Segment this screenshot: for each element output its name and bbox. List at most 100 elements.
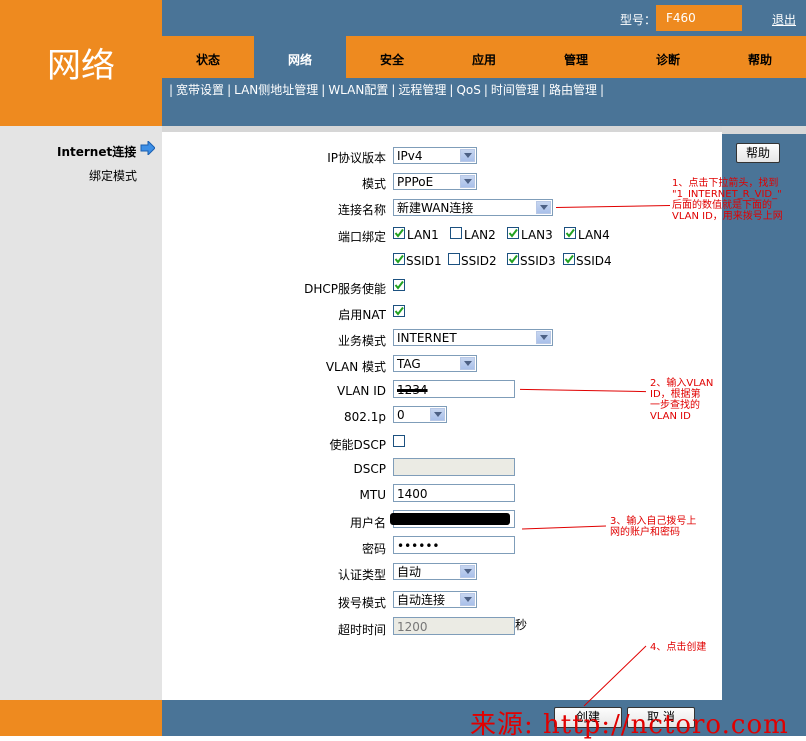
- subnav-remote[interactable]: 远程管理: [398, 83, 446, 97]
- tab-application[interactable]: 应用: [438, 36, 530, 78]
- tab-help[interactable]: 帮助: [714, 36, 806, 78]
- service-mode-label: 业务模式: [337, 334, 386, 348]
- auth-type-select[interactable]: 自动: [393, 563, 477, 580]
- sidebar-item-binding[interactable]: 绑定模式: [89, 167, 137, 184]
- note2-line: VLAN ID: [650, 411, 691, 422]
- password-label: 密码: [361, 542, 386, 556]
- ssid1-label: SSID1: [406, 254, 442, 268]
- subnav-time[interactable]: 时间管理: [491, 83, 539, 97]
- service-mode-value: INTERNET: [397, 331, 457, 345]
- timeout-label: 超时时间: [337, 623, 386, 637]
- checkbox-lan4[interactable]: [564, 227, 576, 239]
- footer-left: [0, 700, 162, 736]
- section-title: 网络: [47, 46, 115, 86]
- annotation-note-2: 2、输入VLAN ID，根据第 一步查找的 VLAN ID: [650, 378, 722, 422]
- nat-label: 启用NAT: [338, 308, 386, 322]
- subnav-separator: |: [321, 83, 326, 97]
- chevron-down-icon: [430, 408, 445, 421]
- checkbox-lan2[interactable]: [450, 227, 462, 239]
- note2-line: 2、输入VLAN: [650, 378, 714, 389]
- dial-mode-label: 拨号模式: [337, 596, 386, 610]
- note2-line: 一步查找的: [650, 400, 700, 411]
- checkbox-lan1[interactable]: [393, 227, 405, 239]
- service-mode-select[interactable]: INTERNET: [393, 329, 553, 346]
- annotation-line-4: [583, 645, 647, 707]
- chevron-down-icon: [536, 201, 551, 214]
- timeout-unit: 秒: [515, 618, 528, 632]
- subnav-separator: |: [541, 83, 546, 97]
- tab-network[interactable]: 网络: [254, 36, 346, 78]
- help-button[interactable]: 帮助: [736, 143, 780, 163]
- mode-label: 模式: [361, 177, 386, 191]
- connection-name-select[interactable]: 新建WAN连接: [393, 199, 553, 216]
- subnav-separator: |: [483, 83, 488, 97]
- watermark: 来源: http://nctoro.com: [470, 710, 789, 740]
- connection-name-value: 新建WAN连接: [397, 201, 474, 215]
- ip-version-select[interactable]: IPv4: [393, 147, 477, 164]
- checkbox-ssid2[interactable]: [448, 253, 460, 265]
- ssid2-label: SSID2: [461, 254, 497, 268]
- tab-management[interactable]: 管理: [530, 36, 622, 78]
- note1-line: VLAN ID，用来拨号上网: [672, 211, 783, 222]
- subnav-separator: |: [169, 83, 174, 97]
- annotation-note-4: 4、点击创建: [650, 642, 707, 653]
- subnav-broadband[interactable]: 宽带设置: [176, 83, 224, 97]
- vlan-id-label: VLAN ID: [337, 384, 386, 398]
- lan4-label: LAN4: [578, 228, 610, 242]
- auth-type-value: 自动: [397, 565, 422, 579]
- note3-line: 网的账户和密码: [610, 527, 680, 538]
- dial-mode-select[interactable]: 自动连接: [393, 591, 477, 608]
- checkbox-nat[interactable]: [393, 305, 405, 317]
- sidebar-item-internet[interactable]: Internet连接: [57, 143, 136, 160]
- tab-security[interactable]: 安全: [346, 36, 438, 78]
- subnav-qos[interactable]: QoS: [456, 83, 480, 97]
- main-top-line: [162, 126, 722, 132]
- lan2-label: LAN2: [464, 228, 496, 242]
- lan3-label: LAN3: [521, 228, 553, 242]
- mtu-input[interactable]: 1400: [393, 484, 515, 502]
- tab-diagnosis[interactable]: 诊断: [622, 36, 714, 78]
- logout-link[interactable]: 退出: [772, 11, 796, 28]
- auth-type-label: 认证类型: [337, 568, 386, 582]
- checkbox-ssid3[interactable]: [507, 253, 519, 265]
- timeout-input[interactable]: 1200: [393, 617, 515, 635]
- vlan-id-value: 1234: [397, 383, 428, 397]
- subnav-routing[interactable]: 路由管理: [549, 83, 597, 97]
- note1-line: 1、点击下拉箭头，找到: [672, 178, 779, 189]
- model-value: F460: [666, 11, 696, 25]
- ip-version-label: IP协议版本: [327, 151, 386, 165]
- connection-name-label: 连接名称: [337, 203, 386, 217]
- vlan-id-input[interactable]: 1234: [393, 380, 515, 398]
- chevron-down-icon: [460, 357, 475, 370]
- note1-line: 后面的数值就是下面的: [672, 200, 772, 211]
- checkbox-ssid1[interactable]: [393, 253, 405, 265]
- dscp-label: DSCP: [353, 462, 386, 476]
- subnav-separator: |: [449, 83, 454, 97]
- arrow-right-icon: [140, 141, 155, 155]
- subnav-separator: |: [227, 83, 232, 97]
- tab-status[interactable]: 状态: [162, 36, 254, 78]
- password-input[interactable]: ••••••: [393, 536, 515, 554]
- vlan-mode-select[interactable]: TAG: [393, 355, 477, 372]
- subnav-wlan[interactable]: WLAN配置: [328, 83, 388, 97]
- checkbox-ssid4[interactable]: [563, 253, 575, 265]
- dial-mode-value: 自动连接: [397, 593, 446, 607]
- checkbox-dscp[interactable]: [393, 435, 405, 447]
- annotation-line-2: [520, 388, 646, 393]
- dscp-input[interactable]: [393, 458, 515, 476]
- ssid3-label: SSID3: [520, 254, 556, 268]
- ip-version-value: IPv4: [397, 149, 423, 163]
- annotation-note-1: 1、点击下拉箭头，找到 "1_INTERNET_R_VID_" 后面的数值就是下…: [672, 178, 802, 222]
- subnav-lan-address[interactable]: LAN侧地址管理: [234, 83, 318, 97]
- vlan-mode-label: VLAN 模式: [325, 360, 386, 374]
- p8021-select[interactable]: 0: [393, 406, 447, 423]
- mtu-label: MTU: [359, 488, 386, 502]
- checkbox-lan3[interactable]: [507, 227, 519, 239]
- mode-select[interactable]: PPPoE: [393, 173, 477, 190]
- username-input[interactable]: [390, 510, 515, 528]
- chevron-down-icon: [536, 331, 551, 344]
- checkbox-dhcp[interactable]: [393, 279, 405, 291]
- note1-line: "1_INTERNET_R_VID_": [672, 189, 782, 200]
- sub-nav: | 宽带设置 | LAN侧地址管理 | WLAN配置 | 远程管理 | QoS | 时间管理 | 路由管理…: [166, 81, 607, 98]
- dscp-enable-label: 使能DSCP: [329, 438, 386, 452]
